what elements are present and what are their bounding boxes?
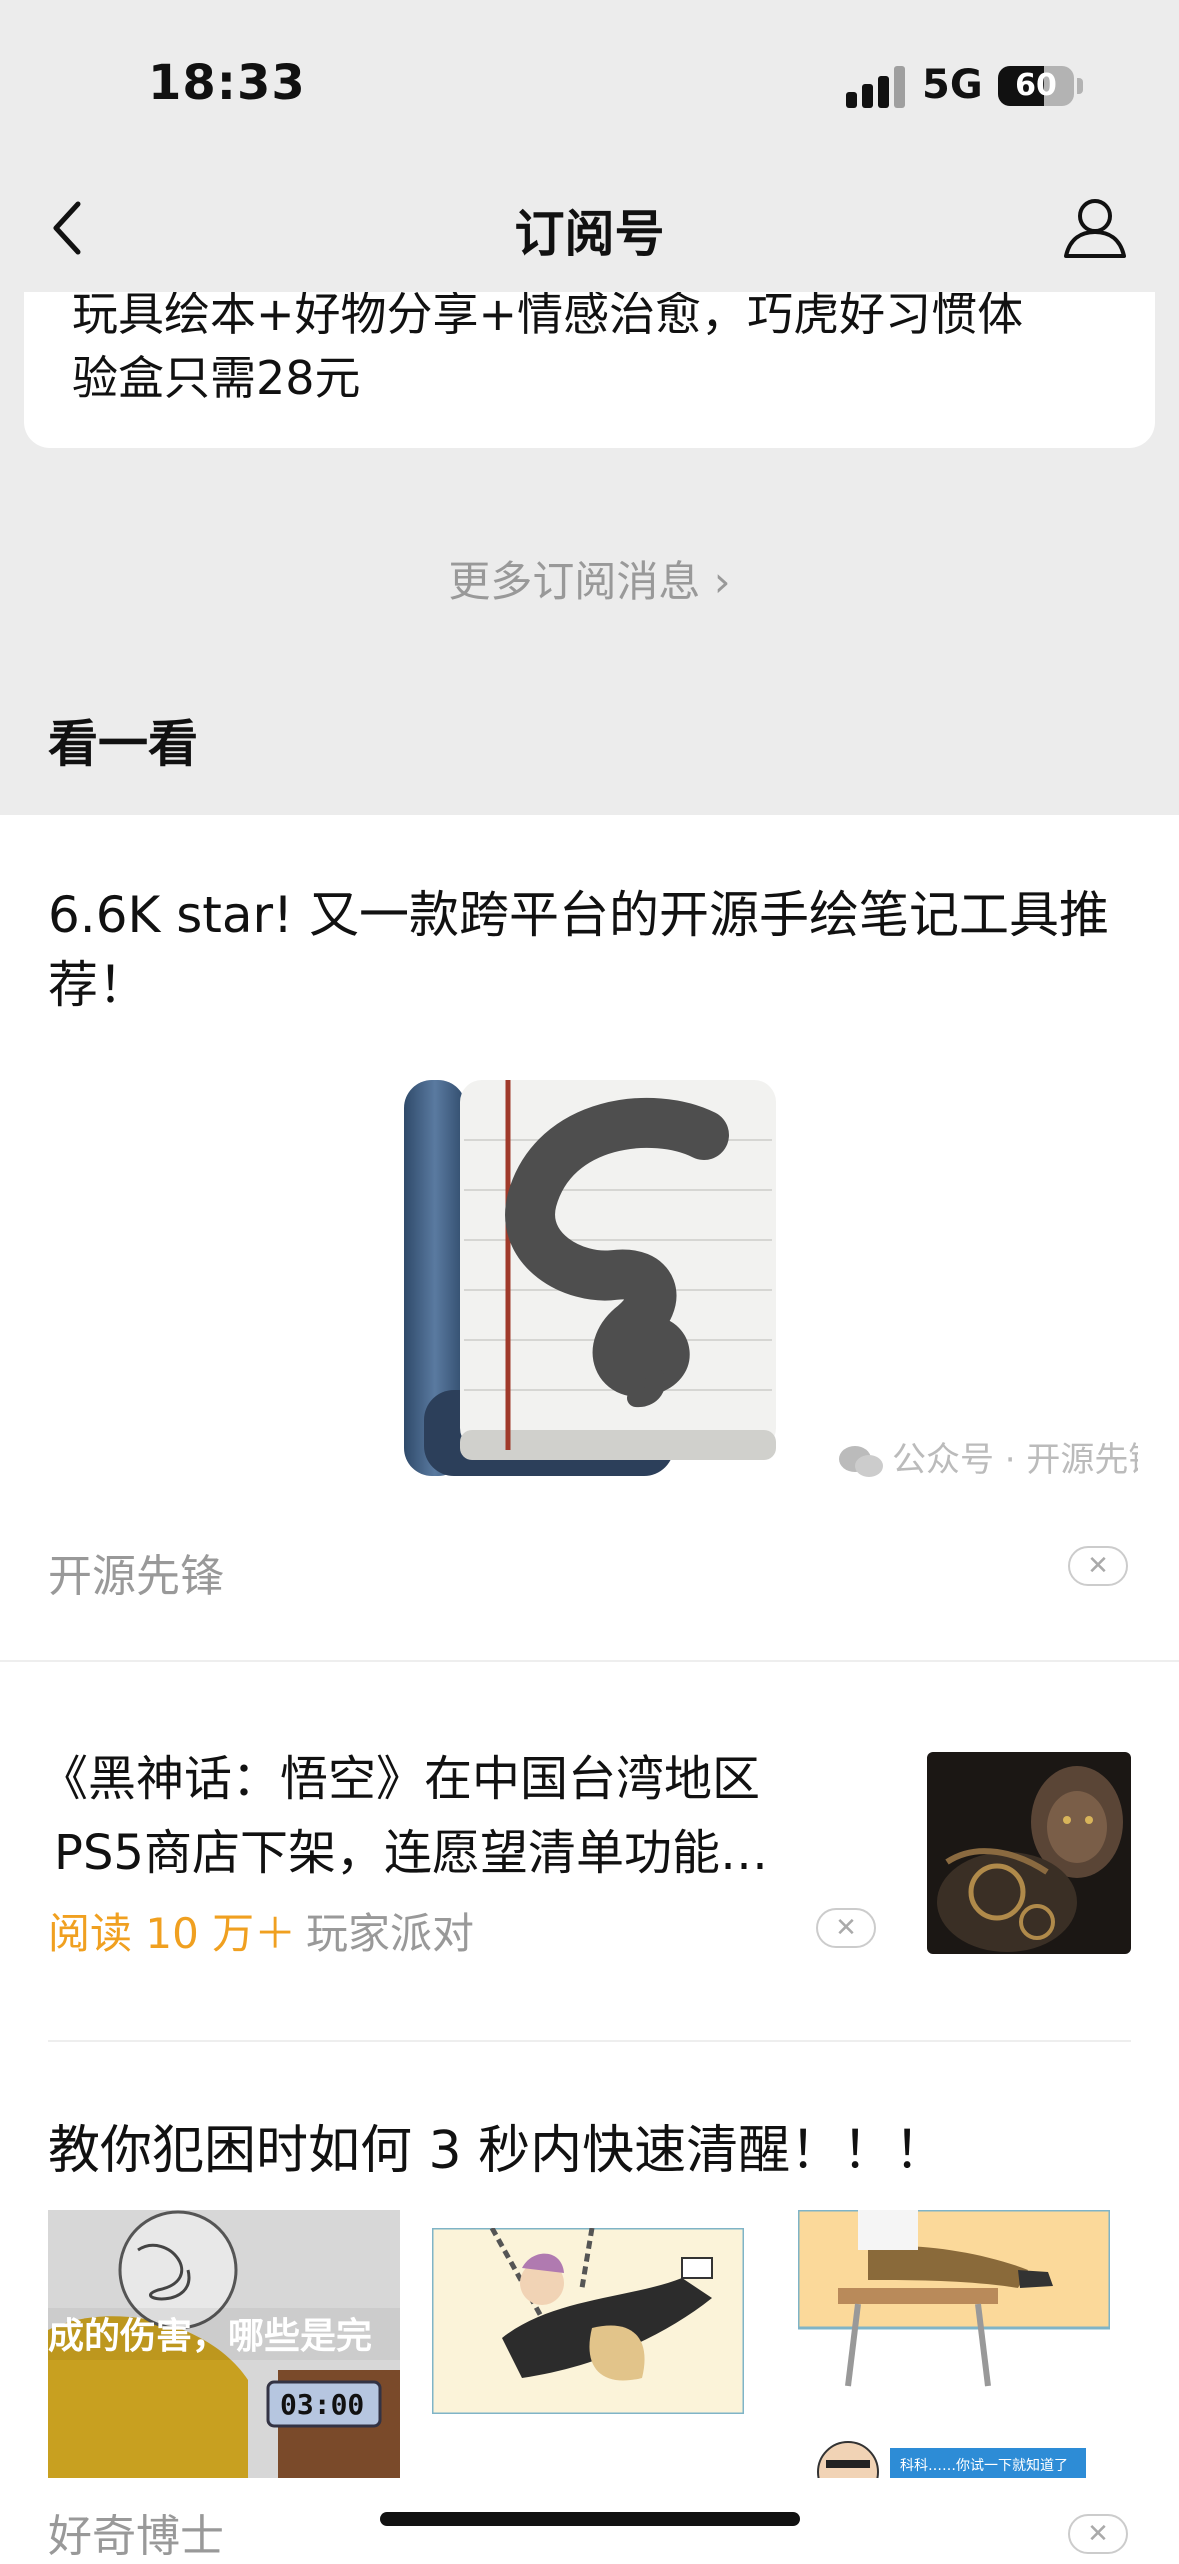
close-icon: ✕ xyxy=(835,1913,857,1943)
network-type: 5G xyxy=(922,62,983,108)
battery-level: 60 xyxy=(1015,68,1057,103)
status-time: 18:33 xyxy=(148,55,306,111)
article-1-title[interactable]: 6.6K star! 又一款跨平台的开源手绘笔记工具推荐！ xyxy=(48,880,1128,1020)
article-3-source[interactable]: 好奇博士 xyxy=(48,2500,224,2564)
article-2-read-count: 阅读 10 万＋ xyxy=(48,1909,297,1958)
article-3-title[interactable]: 教你犯困时如何 3 秒内快速清醒！！！ xyxy=(48,2108,946,2183)
article-1-source[interactable]: 开源先锋 xyxy=(48,1540,224,1604)
close-icon: ✕ xyxy=(1087,2519,1109,2549)
article-3-image-3[interactable]: 科科……你试一下就知道了 xyxy=(798,2210,1110,2478)
image-3-caption: 科科……你试一下就知道了 xyxy=(900,2457,1068,2474)
article-2-title-line2: PS5商店下架，连愿望清单功能… xyxy=(54,1825,768,1881)
profile-icon[interactable] xyxy=(1060,196,1130,260)
article-2-title-line1: 《黑神话：悟空》在中国台湾地区 xyxy=(40,1751,761,1807)
image-1-caption: 成的伤害，哪些是完 xyxy=(48,2316,372,2357)
divider xyxy=(48,2040,1131,2042)
more-subscriptions-link[interactable]: 更多订阅消息 › xyxy=(0,548,1179,609)
page-title: 订阅号 xyxy=(514,205,665,263)
article-1-dismiss-button[interactable]: ✕ xyxy=(1068,1546,1128,1586)
watermark-text: 公众号 · 开源先锋 xyxy=(892,1440,1138,1480)
article-2-thumbnail[interactable] xyxy=(927,1752,1131,1954)
section-title-kanyikan: 看一看 xyxy=(48,715,198,773)
article-2-dismiss-button[interactable]: ✕ xyxy=(816,1908,876,1948)
battery-cap xyxy=(1077,78,1083,94)
article-1-watermark: 公众号 · 开源先锋 xyxy=(838,1432,1138,1481)
battery-icon: 60 xyxy=(998,66,1074,106)
article-3-dismiss-button[interactable]: ✕ xyxy=(1068,2514,1128,2554)
image-1-clock: 03:00 xyxy=(280,2388,364,2421)
article-3-image-2[interactable] xyxy=(432,2228,744,2414)
home-indicator[interactable] xyxy=(380,2512,800,2526)
card-text-line2: 验盒只需28元 xyxy=(72,351,361,405)
article-2-title[interactable]: 《黑神话：悟空》在中国台湾地区 PS5商店下架，连愿望清单功能… xyxy=(40,1742,900,1890)
signal-icon xyxy=(846,66,906,108)
article-2-source[interactable]: 玩家派对 xyxy=(306,1900,474,1961)
divider xyxy=(0,1660,1179,1662)
article-3-image-1[interactable]: 成的伤害，哪些是完 03:00 xyxy=(48,2210,400,2478)
wechat-icon xyxy=(839,1445,883,1477)
close-icon: ✕ xyxy=(1087,1551,1109,1581)
notebook-app-image[interactable] xyxy=(404,1080,776,1476)
